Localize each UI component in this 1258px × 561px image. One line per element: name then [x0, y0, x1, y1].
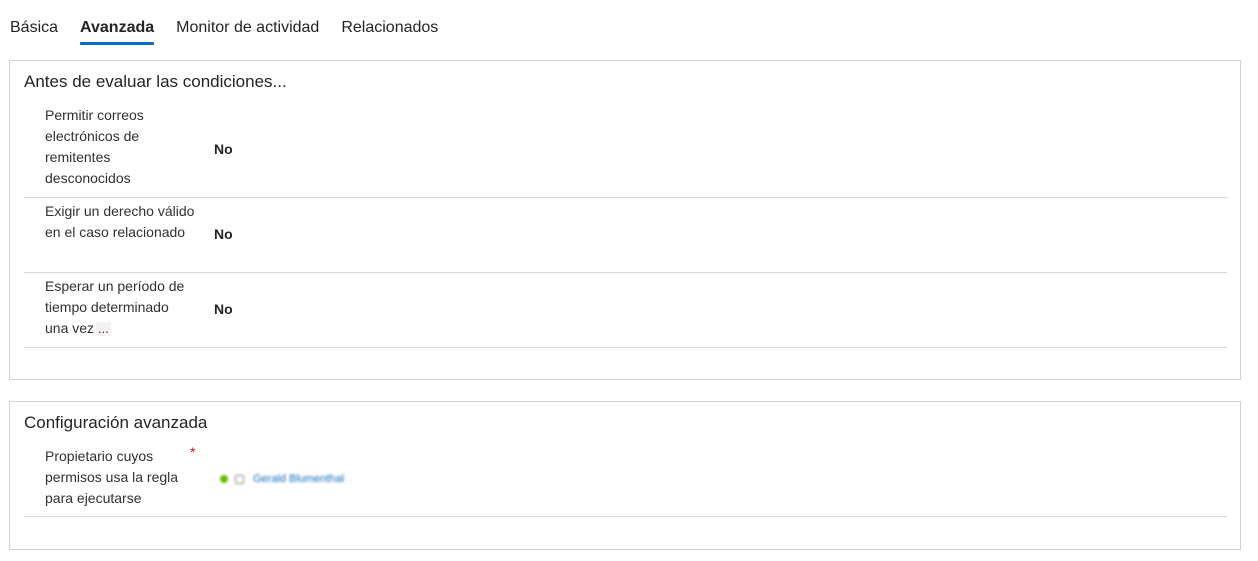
field-label-unknown-senders: Permitir correos electrónicos de remiten… — [45, 107, 144, 186]
presence-available-icon — [220, 475, 228, 483]
field-label-wait-period: Esperar un período de tiempo determinado… — [45, 276, 195, 339]
owner-lookup-value[interactable]: Gerald Blumenthal — [220, 473, 344, 485]
tab-relacionados[interactable]: Relacionados — [341, 0, 438, 45]
field-value-valid-entitlement[interactable]: No — [214, 226, 233, 242]
label-more-button[interactable]: ... — [96, 322, 111, 336]
required-indicator: * — [190, 444, 196, 460]
field-value-unknown-senders[interactable]: No — [214, 141, 233, 157]
advanced-config-section-title: Configuración avanzada — [24, 413, 208, 432]
field-row-owner: Propietario cuyos permisos usa la regla … — [24, 444, 1227, 517]
tab-avanzada[interactable]: Avanzada — [80, 0, 155, 45]
field-label-wait-period-text: Esperar un período de tiempo determinado… — [45, 278, 185, 336]
tab-basica[interactable]: Básica — [10, 0, 58, 45]
user-icon — [235, 474, 244, 484]
tab-monitor-actividad[interactable]: Monitor de actividad — [176, 0, 319, 45]
owner-name-link[interactable]: Gerald Blumenthal — [253, 473, 344, 485]
advanced-config-section: Configuración avanzada Propietario cuyos… — [9, 401, 1241, 550]
conditions-section: Antes de evaluar las condiciones... Perm… — [9, 60, 1241, 380]
field-row-wait-period: Esperar un período de tiempo determinado… — [24, 273, 1227, 348]
field-label-owner: Propietario cuyos permisos usa la regla … — [45, 448, 179, 506]
field-value-wait-period[interactable]: No — [214, 301, 233, 317]
tab-bar: Básica Avanzada Monitor de actividad Rel… — [10, 0, 460, 46]
conditions-section-title: Antes de evaluar las condiciones... — [24, 72, 287, 91]
field-label-valid-entitlement: Exigir un derecho válido en el caso rela… — [45, 203, 195, 240]
field-row-unknown-senders: Permitir correos electrónicos de remiten… — [24, 103, 1227, 198]
field-row-valid-entitlement: Exigir un derecho válido en el caso rela… — [24, 198, 1227, 273]
